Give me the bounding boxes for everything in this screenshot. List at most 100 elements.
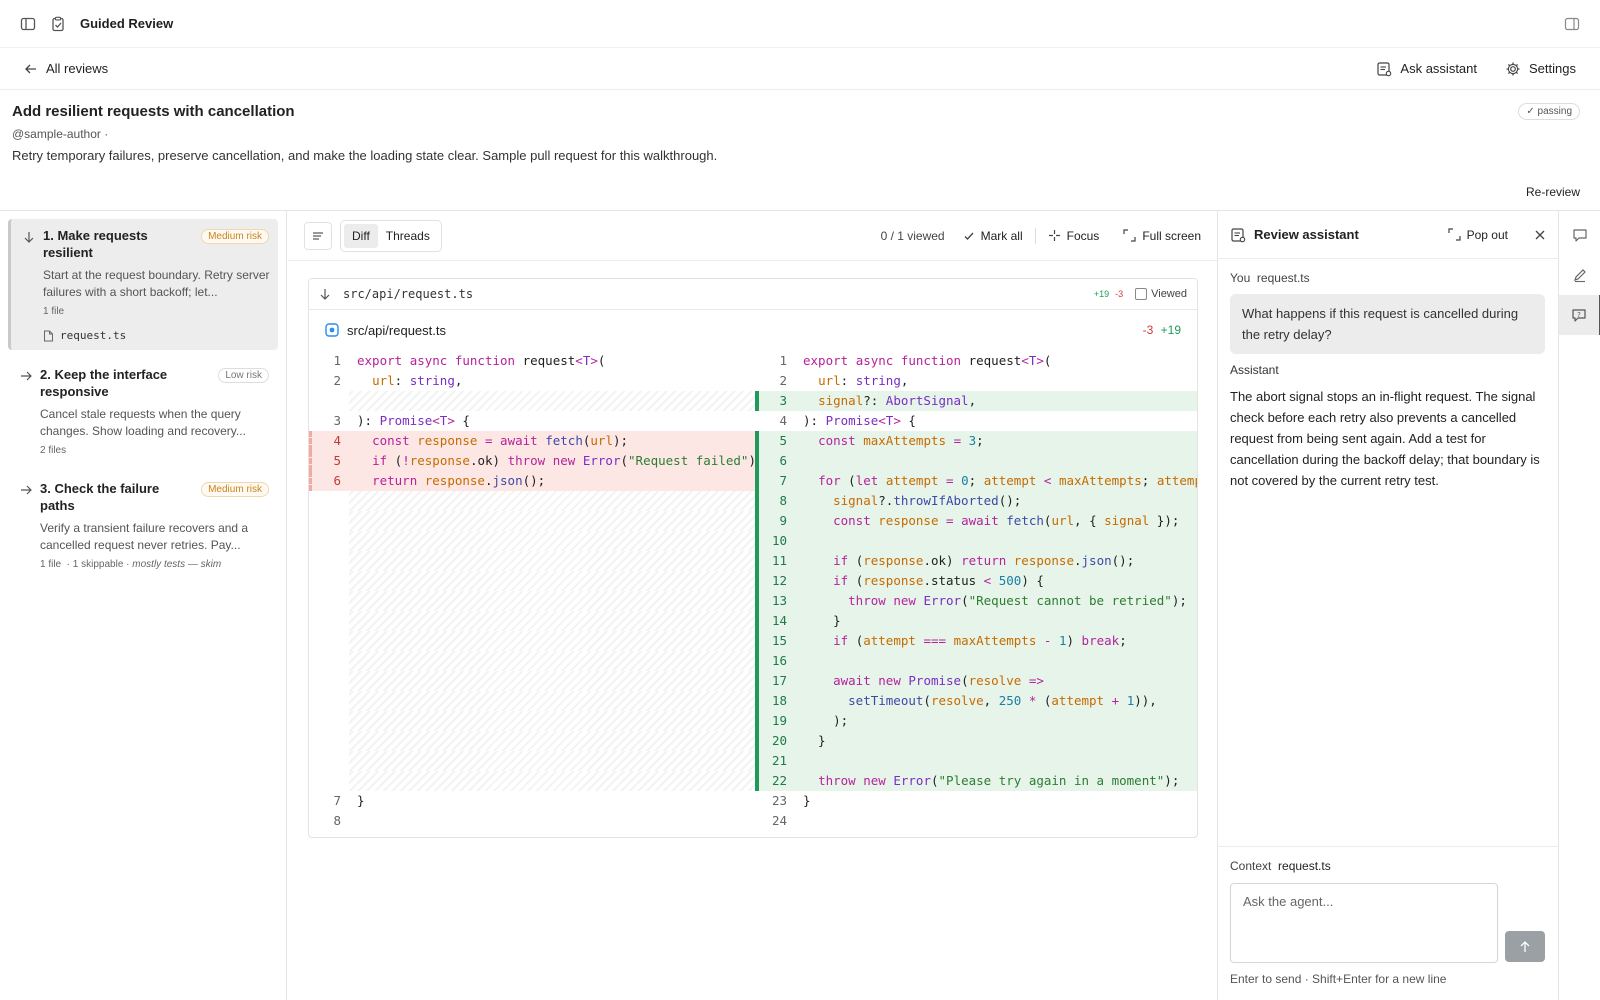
line-number[interactable]: 2 xyxy=(755,371,795,391)
line-number[interactable]: 5 xyxy=(755,431,795,451)
line-number[interactable]: 1 xyxy=(309,351,349,371)
line-number[interactable]: 8 xyxy=(755,491,795,511)
line-number[interactable]: 12 xyxy=(755,571,795,591)
line-number[interactable] xyxy=(309,551,349,571)
step-2[interactable]: 2. Keep the interface responsive Low ris… xyxy=(8,358,278,464)
line-number[interactable] xyxy=(309,691,349,711)
send-button[interactable] xyxy=(1505,931,1545,962)
diff-line-ctx: 1 export async function request<T>( xyxy=(755,351,1197,371)
line-number[interactable] xyxy=(309,651,349,671)
line-number[interactable]: 5 xyxy=(309,451,349,471)
full-screen-button[interactable]: Full screen xyxy=(1123,229,1201,243)
line-number[interactable]: 24 xyxy=(755,811,795,831)
line-number[interactable]: 3 xyxy=(309,411,349,431)
collapse-arrow-icon[interactable] xyxy=(319,288,331,300)
line-number[interactable] xyxy=(309,751,349,771)
line-number[interactable]: 9 xyxy=(755,511,795,531)
diff-line-placeholder xyxy=(309,391,755,411)
focus-button[interactable]: Focus xyxy=(1048,228,1100,243)
ask-assistant-button[interactable]: Ask assistant xyxy=(1376,61,1477,77)
line-number[interactable] xyxy=(309,591,349,611)
line-number[interactable]: 17 xyxy=(755,671,795,691)
line-number[interactable]: 1 xyxy=(755,351,795,371)
focus-label: Focus xyxy=(1066,228,1100,243)
checkbox[interactable] xyxy=(1135,288,1148,300)
line-number[interactable]: 21 xyxy=(755,751,795,771)
line-number[interactable]: 20 xyxy=(755,731,795,751)
diff-line-add: 15 if (attempt === maxAttempts - 1) brea… xyxy=(755,631,1197,651)
line-number[interactable]: 19 xyxy=(755,711,795,731)
edit-icon[interactable] xyxy=(1559,255,1600,295)
line-number[interactable]: 4 xyxy=(755,411,795,431)
line-number[interactable]: 7 xyxy=(755,471,795,491)
step-1[interactable]: 1. Make requests resilient Medium risk S… xyxy=(8,219,278,350)
settings-button[interactable]: Settings xyxy=(1505,61,1576,77)
line-number[interactable]: 8 xyxy=(309,811,349,831)
sidebar-toggle-icon[interactable] xyxy=(18,14,38,34)
line-number[interactable] xyxy=(309,631,349,651)
line-number[interactable] xyxy=(309,731,349,751)
pop-out-button[interactable]: Pop out xyxy=(1448,228,1508,242)
step-file-link[interactable]: request.ts xyxy=(43,329,268,342)
tab-threads[interactable]: Threads xyxy=(378,224,438,248)
help-chat-icon[interactable]: ? xyxy=(1559,295,1600,335)
diff-line-placeholder xyxy=(309,651,755,671)
step-description: Cancel stale requests when the query cha… xyxy=(40,407,246,438)
line-number[interactable]: 6 xyxy=(755,451,795,471)
line-number[interactable]: 16 xyxy=(755,651,795,671)
line-number[interactable]: 15 xyxy=(755,631,795,651)
line-code: if (response.ok) return response.json(); xyxy=(833,553,1135,568)
comments-icon[interactable] xyxy=(1559,215,1600,255)
line-code: const response = await fetch(url, { sign… xyxy=(833,513,1180,528)
line-number[interactable] xyxy=(309,611,349,631)
outline-toggle-button[interactable] xyxy=(304,221,332,250)
line-number[interactable]: 7 xyxy=(309,791,349,811)
rereview-button[interactable]: Re-review xyxy=(1526,185,1580,199)
line-number[interactable] xyxy=(309,671,349,691)
diff-line-ctx: 23} xyxy=(755,791,1197,811)
tab-diff[interactable]: Diff xyxy=(344,223,378,248)
line-number[interactable] xyxy=(309,511,349,531)
diff-line-placeholder xyxy=(309,531,755,551)
line-number[interactable]: 18 xyxy=(755,691,795,711)
line-number[interactable]: 11 xyxy=(755,551,795,571)
line-number[interactable]: 6 xyxy=(309,471,349,491)
line-number[interactable]: 23 xyxy=(755,791,795,811)
pr-author[interactable]: @sample-author · xyxy=(12,127,108,141)
diff-line-placeholder xyxy=(309,591,755,611)
line-number[interactable]: 14 xyxy=(755,611,795,631)
line-number[interactable] xyxy=(309,391,349,411)
diff-line-placeholder xyxy=(309,571,755,591)
diff-line-add: 10 xyxy=(755,531,1197,551)
line-number[interactable] xyxy=(309,711,349,731)
line-number[interactable]: 13 xyxy=(755,591,795,611)
diff-line-add: 19 ); xyxy=(755,711,1197,731)
line-number[interactable] xyxy=(309,491,349,511)
panel-toggle-icon[interactable] xyxy=(1562,14,1582,34)
assistant-header: Review assistant Pop out xyxy=(1218,211,1558,259)
diff-line-add: 11 if (response.ok) return response.json… xyxy=(755,551,1197,571)
arrow-right-icon xyxy=(20,370,32,382)
diff-line-placeholder xyxy=(309,671,755,691)
line-number[interactable]: 10 xyxy=(755,531,795,551)
viewed-checkbox[interactable]: Viewed xyxy=(1135,288,1187,300)
step-3[interactable]: 3. Check the failure paths Medium risk V… xyxy=(8,472,278,578)
file-path[interactable]: src/api/request.ts xyxy=(343,287,473,301)
line-number[interactable] xyxy=(309,771,349,791)
risk-badge: Medium risk xyxy=(201,482,269,497)
line-number[interactable]: 4 xyxy=(309,431,349,451)
line-code: const response = await fetch(url); xyxy=(372,433,629,448)
line-number[interactable]: 2 xyxy=(309,371,349,391)
ask-agent-input[interactable]: Ask the agent... xyxy=(1230,883,1498,963)
close-icon[interactable] xyxy=(1534,229,1546,241)
line-number[interactable] xyxy=(309,571,349,591)
line-number[interactable]: 3 xyxy=(755,391,795,411)
diff-line-ctx: 24 xyxy=(755,811,1197,831)
all-reviews-button[interactable]: All reviews xyxy=(24,61,108,76)
line-number[interactable] xyxy=(309,531,349,551)
mark-all-button[interactable]: Mark all xyxy=(963,229,1023,243)
svg-text:?: ? xyxy=(1577,311,1581,319)
line-number[interactable]: 22 xyxy=(755,771,795,791)
diff-line-add: 20 } xyxy=(755,731,1197,751)
